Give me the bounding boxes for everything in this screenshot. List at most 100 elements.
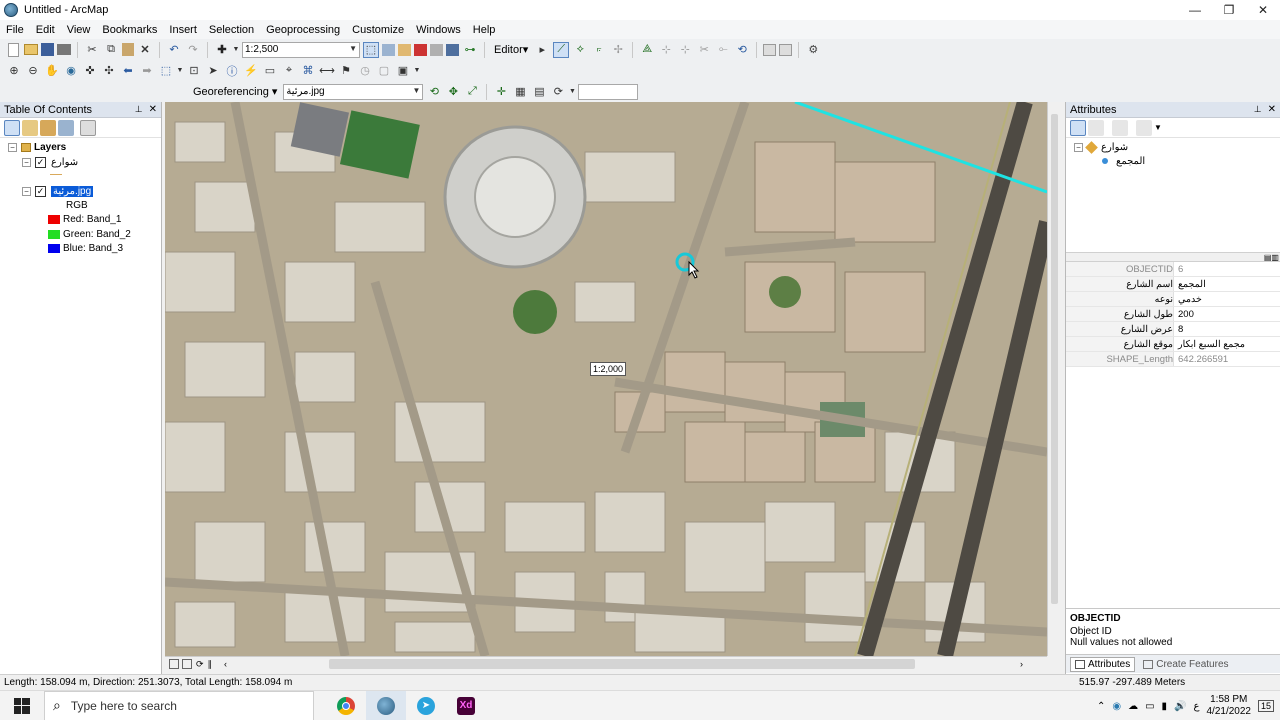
maximize-button[interactable]: ❐ (1212, 0, 1246, 20)
sketch-properties-icon[interactable]: ⟲ (734, 42, 750, 58)
zoom-to-feature-icon[interactable] (1112, 119, 1128, 136)
list-by-selection-icon[interactable] (58, 119, 74, 136)
collapse-icon[interactable]: − (8, 142, 17, 152)
pin-icon[interactable]: ⊥ (135, 104, 143, 115)
split-line-icon[interactable]: ✂ (696, 42, 712, 58)
fixed-zoom-in-icon[interactable]: ✜ (82, 63, 98, 79)
attribute-options-icon[interactable] (1136, 119, 1152, 136)
menu-selection[interactable]: Selection (203, 24, 260, 36)
layer-image[interactable]: − ✓ مرئية.jpg (22, 184, 94, 198)
list-by-visibility-icon[interactable] (40, 119, 56, 136)
georef-layer-combo[interactable]: مرئية.jpg ▼ (283, 83, 424, 100)
tray-app-icon[interactable]: ◉ (1112, 701, 1121, 712)
auto-adjust-dropdown-icon[interactable]: ▼ (569, 84, 576, 100)
volume-icon[interactable]: 🔊 (1174, 701, 1186, 712)
close-icon[interactable]: ✕ (1268, 104, 1276, 115)
attributes-splitter[interactable]: ▤▥ (1066, 252, 1280, 262)
hyperlink-icon[interactable]: ⚑ (338, 63, 354, 79)
paste-icon[interactable] (122, 43, 134, 56)
attr-row-location[interactable]: موقع الشارع مجمع السبع ابكار (1066, 337, 1280, 352)
fixed-zoom-out-icon[interactable]: ✣ (101, 63, 117, 79)
zoom-in-icon[interactable]: ⊕ (6, 63, 22, 79)
vertex-edit-icon[interactable]: ⟡ (572, 42, 588, 58)
editor-toolbar-icon[interactable]: ⬚ (363, 41, 379, 58)
telegram-taskbar-icon[interactable]: ➤ (406, 691, 446, 720)
chrome-taskbar-icon[interactable] (326, 691, 366, 720)
clear-selection-icon[interactable]: ⊡ (186, 63, 202, 79)
binoculars-icon[interactable]: ⌖ (281, 63, 297, 79)
undo-icon[interactable]: ↶ (166, 42, 182, 58)
map-view[interactable]: 1:2,000 (165, 102, 1047, 656)
attr-row-width[interactable]: عرض الشارع 8 (1066, 322, 1280, 337)
attributes-window-icon[interactable] (763, 43, 777, 56)
copy-icon[interactable]: ⧉ (103, 42, 119, 58)
editor-menu[interactable]: Editor▾ (491, 43, 531, 56)
battery-icon[interactable]: ▮ (1162, 701, 1168, 712)
python-window-icon[interactable] (446, 43, 459, 56)
add-data-dropdown-icon[interactable]: ▼ (233, 42, 240, 58)
print-icon[interactable] (57, 44, 71, 55)
auto-adjust-icon[interactable]: ⟳ (550, 84, 566, 100)
chevron-down-icon[interactable]: ▼ (1154, 123, 1162, 132)
rotate-tool-icon[interactable]: ⊹ (677, 42, 693, 58)
snapping-icon[interactable]: ⟜ (715, 42, 731, 58)
attr-tree-layer[interactable]: − شوارع (1074, 140, 1128, 154)
straight-segment-icon[interactable]: ⟋ (553, 41, 570, 58)
measure-icon[interactable]: ⟷ (319, 63, 335, 79)
layout-view-icon[interactable] (382, 43, 395, 56)
scroll-thumb[interactable] (329, 659, 916, 669)
refresh-icon[interactable]: ⟳ (196, 659, 204, 670)
adobe-xd-taskbar-icon[interactable]: Xd (446, 691, 486, 720)
html-popup-icon[interactable]: ⚡ (243, 63, 259, 79)
layer-streets-label[interactable]: شوارع (51, 157, 78, 168)
minimize-button[interactable]: — (1178, 0, 1212, 20)
scale-icon[interactable]: ⤢ (464, 84, 480, 100)
pause-drawing-icon[interactable]: ∥ (208, 659, 213, 670)
pin-icon[interactable]: ⊥ (1254, 104, 1262, 115)
scroll-right-icon[interactable]: › (1020, 659, 1023, 669)
attr-row-objectid[interactable]: OBJECTID 6 (1066, 262, 1280, 277)
menu-edit[interactable]: Edit (30, 24, 61, 36)
catalog-window-icon[interactable] (398, 43, 411, 56)
georeferencing-menu[interactable]: Georeferencing ▾ (190, 85, 280, 98)
language-indicator[interactable]: ع (1194, 701, 1200, 712)
arcmap-taskbar-icon[interactable] (366, 690, 406, 720)
layout-view-icon[interactable] (182, 659, 192, 669)
menu-customize[interactable]: Customize (346, 24, 410, 36)
time-slider-icon[interactable]: ◷ (357, 63, 373, 79)
viewer-window-icon[interactable]: ▢ (376, 63, 392, 79)
attr-row-length[interactable]: طول الشارع 200 (1066, 307, 1280, 322)
sort-icon[interactable] (1088, 119, 1104, 136)
back-extent-icon[interactable]: ⬅ (120, 63, 136, 79)
network-icon[interactable]: ▭ (1145, 701, 1154, 712)
map-vertical-scrollbar[interactable] (1047, 102, 1061, 656)
menu-file[interactable]: File (0, 24, 30, 36)
delete-icon[interactable]: ✕ (137, 42, 153, 58)
map-horizontal-scrollbar[interactable]: ⟳ ∥ ‹ › (165, 656, 1047, 671)
tray-chevron-up-icon[interactable]: ⌃ (1097, 701, 1105, 712)
attr-row-type[interactable]: نوعه خدمي (1066, 292, 1280, 307)
taskbar-clock[interactable]: 1:58 PM 4/21/2022 (1206, 694, 1251, 718)
collapse-icon[interactable]: − (22, 186, 31, 196)
link-table-icon[interactable]: ▦ (512, 84, 528, 100)
zoom-out-icon[interactable]: ⊖ (25, 63, 41, 79)
add-data-icon[interactable]: ✚ (214, 42, 230, 58)
grid-view-icon[interactable]: ▤▥ (1264, 253, 1279, 262)
select-dropdown-icon[interactable]: ▼ (177, 63, 184, 79)
add-control-points-icon[interactable]: ✛ (493, 84, 509, 100)
search-window-icon[interactable] (430, 43, 443, 56)
menu-geoprocessing[interactable]: Geoprocessing (260, 24, 346, 36)
find-icon[interactable]: ▭ (262, 63, 278, 79)
redo-icon[interactable]: ↷ (185, 42, 201, 58)
select-elements-icon[interactable]: ➤ (205, 63, 221, 79)
full-extent-icon[interactable]: ◉ (63, 63, 79, 79)
arctoolbox-icon[interactable] (414, 43, 427, 56)
start-button[interactable] (0, 691, 44, 720)
rotate-icon[interactable]: ⟲ (426, 84, 442, 100)
layer-image-label[interactable]: مرئية.jpg (51, 185, 94, 197)
menu-windows[interactable]: Windows (410, 24, 467, 36)
identify-icon[interactable]: ⓘ (224, 63, 240, 79)
tree-layers-root[interactable]: − Layers (8, 140, 66, 154)
cut-polygon-icon[interactable]: ✢ (610, 42, 626, 58)
create-features-icon[interactable] (779, 43, 793, 56)
